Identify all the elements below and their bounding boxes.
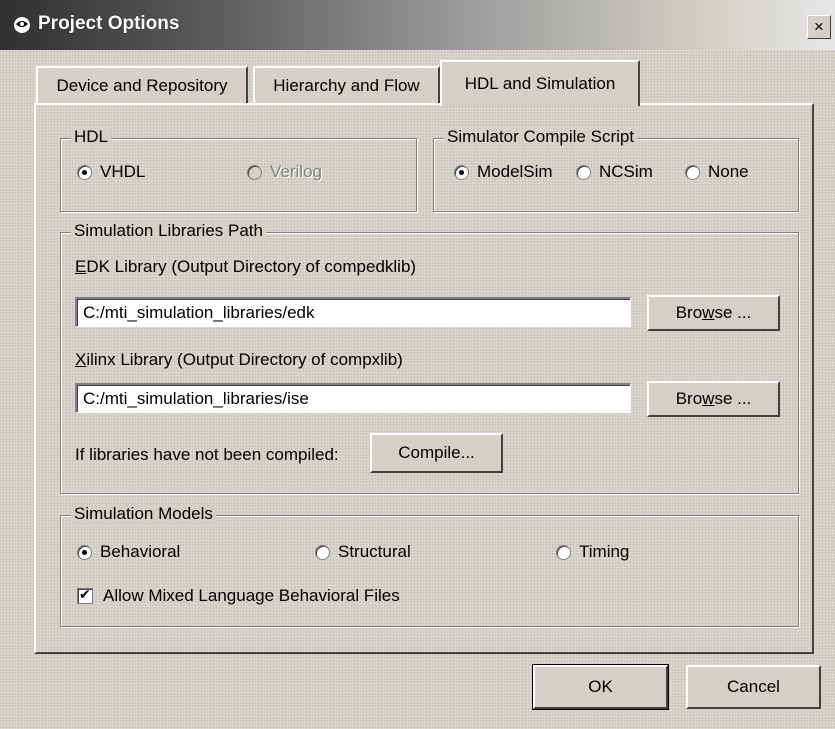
radio-selected-icon (454, 164, 469, 180)
structural-radio[interactable]: Structural (315, 542, 411, 562)
xilinx-browse-button[interactable]: Browse ... (647, 381, 780, 417)
radio-unselected-icon (576, 164, 591, 180)
hdl-group: HDL VHDL Verilog (60, 127, 417, 212)
timing-radio[interactable]: Timing (556, 542, 629, 562)
radio-label: NCSim (599, 162, 653, 181)
tab-label: HDL and Simulation (464, 74, 616, 93)
close-button[interactable]: × (807, 15, 831, 39)
radio-unselected-icon (315, 544, 330, 560)
close-icon: × (814, 17, 824, 36)
radio-selected-icon (77, 544, 92, 560)
compile-prompt-label: If libraries have not been compiled: (75, 445, 339, 464)
radio-label: Verilog (270, 162, 322, 181)
checkbox-label: Allow Mixed Language Behavioral Files (103, 586, 400, 605)
radio-disabled-icon (247, 164, 262, 180)
tab-hdl-and-simulation[interactable]: HDL and Simulation (440, 60, 640, 106)
simulation-models-group: Simulation Models Behavioral Structural … (60, 504, 799, 627)
app-icon (14, 17, 30, 33)
mixed-language-checkbox[interactable]: Allow Mixed Language Behavioral Files (77, 586, 400, 606)
edk-library-path-input[interactable]: C:/mti_simulation_libraries/edk (75, 297, 631, 327)
ok-button[interactable]: OK (532, 664, 669, 710)
xilinx-library-label: Xilinx Library (Output Directory of comp… (75, 350, 403, 369)
radio-label: Structural (338, 542, 411, 561)
none-radio[interactable]: None (685, 162, 749, 182)
window-title: Project Options (38, 13, 180, 34)
edk-browse-button[interactable]: Browse ... (647, 295, 780, 331)
modelsim-radio[interactable]: ModelSim (454, 162, 553, 182)
tab-label: Hierarchy and Flow (273, 76, 420, 95)
vhdl-radio[interactable]: VHDL (77, 162, 145, 182)
checkmark-icon (77, 586, 93, 604)
cancel-button[interactable]: Cancel (686, 665, 821, 709)
edk-library-label: EDK Library (Output Directory of compedk… (75, 257, 417, 276)
radio-unselected-icon (556, 544, 571, 560)
tab-panel: HDL VHDL Verilog Simulator Compile Scrip… (34, 103, 814, 654)
sim-libraries-path-legend: Simulation Libraries Path (71, 221, 266, 241)
compile-script-legend: Simulator Compile Script (444, 127, 638, 147)
radio-label: ModelSim (477, 162, 553, 181)
compile-button[interactable]: Compile... (370, 433, 503, 473)
radio-label: None (708, 162, 749, 181)
title-bar: Project Options × (0, 0, 835, 50)
xilinx-library-path-input[interactable]: C:/mti_simulation_libraries/ise (75, 383, 631, 413)
tab-label: Device and Repository (56, 76, 228, 95)
radio-label: Timing (579, 542, 630, 561)
hdl-legend: HDL (71, 127, 112, 147)
radio-unselected-icon (685, 164, 700, 180)
verilog-radio: Verilog (247, 162, 322, 182)
tab-hierarchy-and-flow[interactable]: Hierarchy and Flow (253, 66, 440, 104)
simulation-models-legend: Simulation Models (71, 504, 216, 524)
radio-label: VHDL (100, 162, 146, 181)
ncsim-radio[interactable]: NCSim (576, 162, 653, 182)
behavioral-radio[interactable]: Behavioral (77, 542, 180, 562)
project-options-dialog: Project Options × Device and Repository … (0, 0, 835, 729)
compile-script-group: Simulator Compile Script ModelSim NCSim … (433, 127, 799, 212)
sim-libraries-path-group: Simulation Libraries Path EDK Library (O… (60, 221, 799, 494)
radio-selected-icon (77, 164, 92, 180)
radio-label: Behavioral (100, 542, 181, 561)
tab-device-and-repository[interactable]: Device and Repository (36, 66, 248, 104)
